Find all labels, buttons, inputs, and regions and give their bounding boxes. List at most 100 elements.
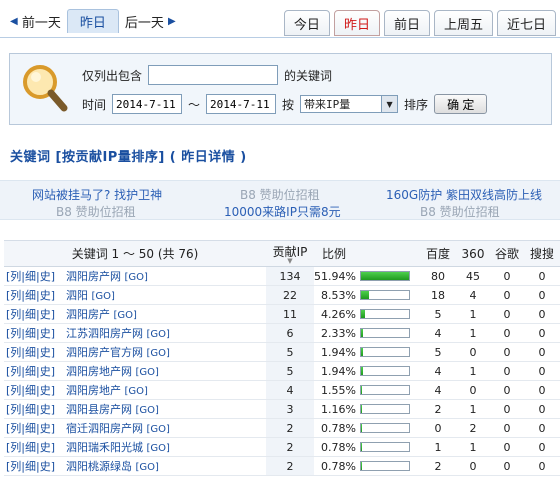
table-row: [列|细|史] 泗阳桃源绿岛 [GO] 2 0.78% 2 0 0 0 bbox=[4, 456, 560, 476]
go-link[interactable]: [GO] bbox=[147, 329, 170, 340]
keyword-cell: 泗阳 [GO] bbox=[66, 285, 266, 305]
keyword-link[interactable]: 泗阳房产官方网 bbox=[66, 346, 143, 359]
row-links[interactable]: [列|细|史] bbox=[4, 285, 66, 305]
keyword-link[interactable]: 泗阳房产网 bbox=[66, 270, 121, 283]
baidu-cell: 5 bbox=[420, 304, 456, 324]
keyword-cell: 泗阳县房产网 [GO] bbox=[66, 399, 266, 419]
go-link[interactable]: [GO] bbox=[147, 443, 170, 454]
go-link[interactable]: [GO] bbox=[136, 367, 159, 378]
keyword-filter-row: 仅列出包含 的关键词 bbox=[82, 65, 332, 85]
yesterday-link[interactable]: 昨日 bbox=[66, 9, 119, 33]
go-link[interactable]: [GO] bbox=[147, 348, 170, 359]
360-cell: 1 bbox=[456, 361, 490, 381]
keyword-table: 关键词 1 ～ 50 (共 76) 贡献IP ▼ 比例 百度 360 谷歌 搜搜 … bbox=[4, 240, 560, 476]
keyword-cell: 泗阳房地产 [GO] bbox=[66, 380, 266, 400]
next-day-link[interactable]: 后一天 ▶ bbox=[119, 9, 182, 33]
ratio-bar-cell bbox=[360, 399, 420, 419]
baidu-cell: 0 bbox=[420, 418, 456, 438]
go-link[interactable]: [GO] bbox=[125, 272, 148, 283]
keyword-link[interactable]: 泗阳房地产网 bbox=[66, 365, 132, 378]
ad-link-6[interactable]: B8 赞助位招租 bbox=[420, 203, 500, 220]
sogou-cell: 0 bbox=[524, 399, 560, 419]
keyword-input[interactable] bbox=[148, 65, 279, 85]
keyword-cell: 泗阳瑞禾阳光城 [GO] bbox=[66, 437, 266, 457]
contrib-ip-cell: 6 bbox=[266, 323, 314, 343]
by-label: 按 bbox=[282, 97, 295, 112]
contrib-ip-cell: 5 bbox=[266, 342, 314, 362]
tab-4[interactable]: 近七日 bbox=[496, 10, 556, 36]
row-links[interactable]: [列|细|史] bbox=[4, 437, 66, 457]
row-links[interactable]: [列|细|史] bbox=[4, 361, 66, 381]
contrib-ip-cell: 3 bbox=[266, 399, 314, 419]
tab-2[interactable]: 前日 bbox=[383, 10, 430, 36]
google-cell: 0 bbox=[490, 361, 524, 381]
keyword-link[interactable]: 宿迁泗阳房产网 bbox=[66, 422, 143, 435]
ad-link-5[interactable]: 10000来路IP只需8元 bbox=[224, 203, 341, 220]
keyword-link[interactable]: 泗阳桃源绿岛 bbox=[66, 460, 132, 473]
keyword-link[interactable]: 江苏泗阳房产网 bbox=[66, 327, 143, 340]
go-link[interactable]: [GO] bbox=[136, 462, 159, 473]
360-cell: 4 bbox=[456, 285, 490, 305]
tab-3[interactable]: 上周五 bbox=[433, 10, 493, 36]
ratio-bar bbox=[360, 271, 410, 281]
keyword-cell: 泗阳房产官方网 [GO] bbox=[66, 342, 266, 362]
row-links[interactable]: [列|细|史] bbox=[4, 323, 66, 343]
ratio-bar-fill bbox=[361, 443, 362, 451]
keyword-link[interactable]: 泗阳房地产 bbox=[66, 384, 121, 397]
tab-1[interactable]: 昨日 bbox=[333, 10, 380, 36]
row-links[interactable]: [列|细|史] bbox=[4, 380, 66, 400]
sogou-cell: 0 bbox=[524, 418, 560, 438]
ad-link-3[interactable]: 160G防护 紫田双线高防上线 bbox=[386, 186, 542, 203]
ratio-cell: 1.55% bbox=[314, 380, 360, 400]
ok-button[interactable]: 确 定 bbox=[434, 94, 488, 114]
row-links[interactable]: [列|细|史] bbox=[4, 418, 66, 438]
prev-day-link[interactable]: ◀ 前一天 bbox=[4, 9, 67, 33]
go-link[interactable]: [GO] bbox=[147, 424, 170, 435]
contrib-ip-cell: 5 bbox=[266, 361, 314, 381]
baidu-cell: 2 bbox=[420, 456, 456, 476]
row-links[interactable]: [列|细|史] bbox=[4, 342, 66, 362]
ad-link-1[interactable]: 网站被挂马了? 找护卫神 bbox=[32, 186, 162, 203]
ratio-bar-fill bbox=[361, 405, 362, 413]
ad-link-2[interactable]: B8 赞助位招租 bbox=[240, 186, 320, 203]
keyword-link[interactable]: 泗阳房产 bbox=[66, 308, 110, 321]
row-links[interactable]: [列|细|史] bbox=[4, 304, 66, 324]
date-to-input[interactable] bbox=[206, 94, 277, 114]
ad-link-4[interactable]: B8 赞助位招租 bbox=[56, 203, 136, 220]
contrib-ip-cell: 2 bbox=[266, 456, 314, 476]
google-cell: 0 bbox=[490, 399, 524, 419]
go-link[interactable]: [GO] bbox=[136, 405, 159, 416]
row-links[interactable]: [列|细|史] bbox=[4, 456, 66, 476]
ratio-bar-cell bbox=[360, 456, 420, 476]
keyword-link[interactable]: 泗阳 bbox=[66, 289, 88, 302]
row-links[interactable]: [列|细|史] bbox=[4, 266, 66, 286]
keyword-cell: 泗阳房产 [GO] bbox=[66, 304, 266, 324]
go-link[interactable]: [GO] bbox=[92, 291, 115, 302]
date-from-input[interactable] bbox=[112, 94, 183, 114]
sogou-cell: 0 bbox=[524, 323, 560, 343]
google-cell: 0 bbox=[490, 418, 524, 438]
header-google: 谷歌 bbox=[490, 240, 524, 267]
table-row: [列|细|史] 泗阳瑞禾阳光城 [GO] 2 0.78% 1 1 0 0 bbox=[4, 437, 560, 457]
ratio-bar-cell bbox=[360, 418, 420, 438]
range-separator: ～ bbox=[188, 97, 201, 112]
tab-0[interactable]: 今日 bbox=[283, 10, 330, 36]
ratio-bar bbox=[360, 290, 410, 300]
row-links[interactable]: [列|细|史] bbox=[4, 399, 66, 419]
go-link[interactable]: [GO] bbox=[114, 310, 137, 321]
sogou-cell: 0 bbox=[524, 437, 560, 457]
ratio-bar-fill bbox=[361, 272, 409, 280]
ratio-bar-cell bbox=[360, 323, 420, 343]
triangle-right-icon: ▶ bbox=[168, 15, 176, 27]
magnifier-icon bbox=[23, 65, 68, 112]
top-nav: ◀ 前一天 昨日 后一天 ▶ 今日 昨日 前日 上周五 近七日 bbox=[0, 0, 560, 38]
keyword-link[interactable]: 泗阳瑞禾阳光城 bbox=[66, 441, 143, 454]
360-cell: 1 bbox=[456, 399, 490, 419]
sort-by-select[interactable]: 带来IP量 ▼ bbox=[300, 95, 399, 113]
ratio-cell: 0.78% bbox=[314, 418, 360, 438]
go-link[interactable]: [GO] bbox=[125, 386, 148, 397]
keyword-link[interactable]: 泗阳县房产网 bbox=[66, 403, 132, 416]
sogou-cell: 0 bbox=[524, 380, 560, 400]
header-contrib-ip[interactable]: 贡献IP ▼ bbox=[266, 240, 314, 267]
baidu-cell: 4 bbox=[420, 361, 456, 381]
